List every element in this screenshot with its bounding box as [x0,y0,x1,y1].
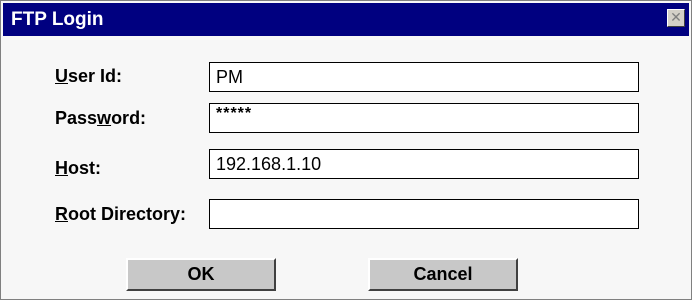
close-icon: ✕ [670,9,682,25]
user-id-label: User Id: [55,66,123,86]
ok-button[interactable]: OK [126,258,276,291]
ftp-login-dialog: FTP Login ✕ User Id: PM Password: ***** … [0,0,692,300]
user-id-field[interactable]: PM [209,62,639,92]
password-label: Password: [55,108,147,128]
password-field[interactable]: ***** [209,103,639,133]
dialog-title: FTP Login [11,9,104,30]
close-button[interactable]: ✕ [667,9,685,27]
title-bar: FTP Login ✕ [3,3,689,36]
root-directory-field[interactable] [209,199,639,229]
host-field[interactable]: 192.168.1.10 [209,149,639,179]
cancel-button[interactable]: Cancel [368,258,518,291]
root-directory-label: Root Directory: [55,204,187,224]
host-label: Host: [55,158,101,178]
